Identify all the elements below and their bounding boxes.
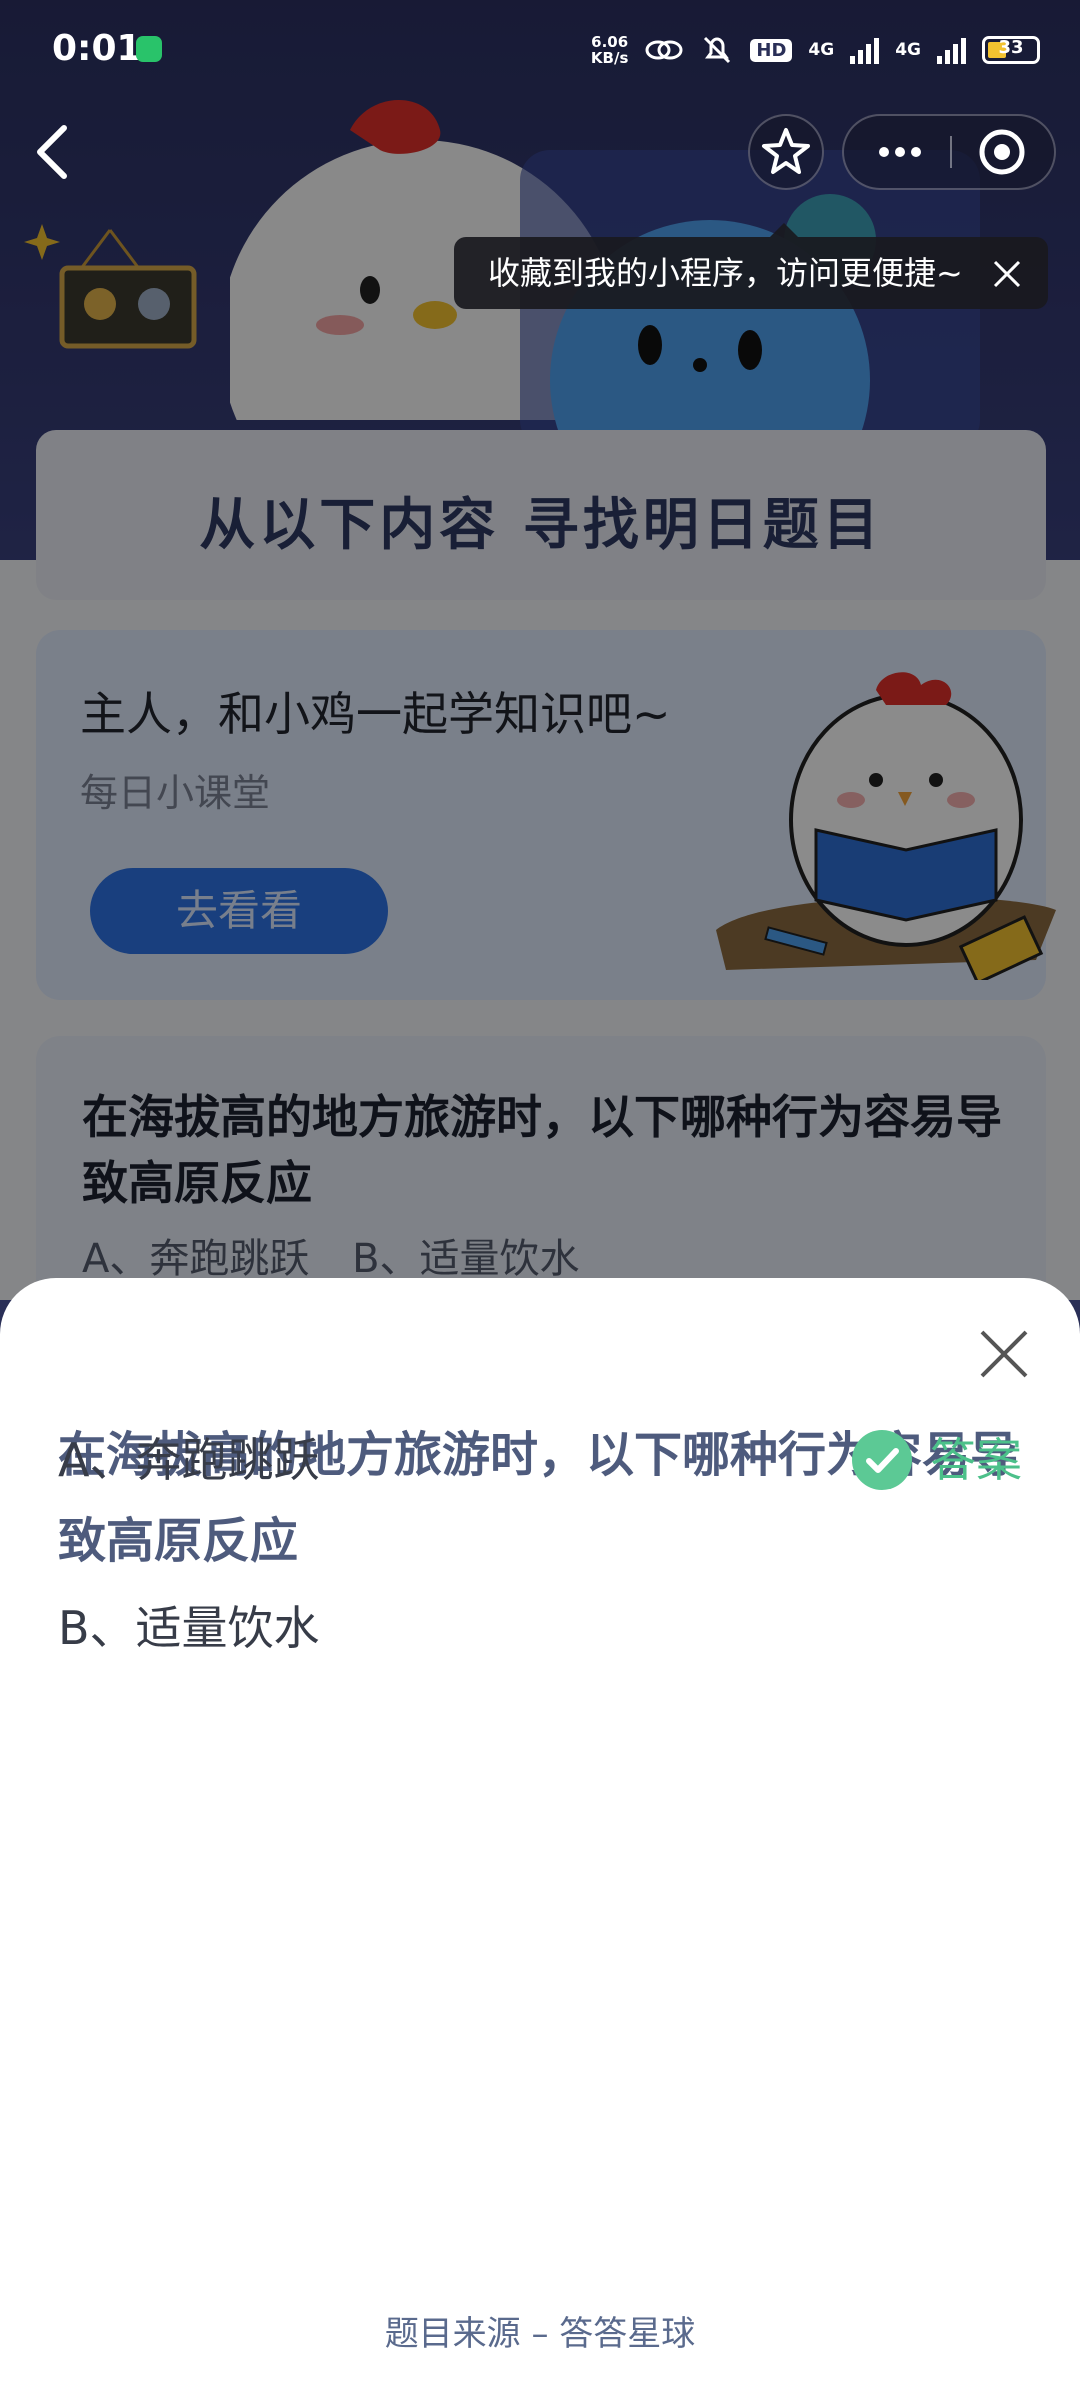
battery-level: 33: [998, 37, 1024, 58]
network-type-2: 4G: [895, 40, 921, 60]
close-miniprogram-icon[interactable]: [954, 116, 1054, 188]
check-icon: [852, 1430, 912, 1490]
network-type-1: 4G: [808, 40, 835, 60]
answer-label: 答案: [930, 1433, 1022, 1487]
more-menu-icon[interactable]: [848, 116, 948, 188]
back-arrow-icon[interactable]: [28, 120, 76, 184]
answer-indicator: 答案: [852, 1428, 1022, 1492]
net-speed-unit: KB/s: [590, 49, 629, 67]
capsule-divider: [950, 136, 952, 168]
option-b[interactable]: B、适量饮水: [58, 1588, 1022, 1668]
star-icon: [762, 128, 810, 174]
hd-badge: HD: [750, 38, 793, 62]
option-b-label: B、适量饮水: [58, 1601, 320, 1655]
battery-icon: 33: [982, 36, 1040, 64]
bell-muted-icon: [704, 36, 731, 64]
status-bar: 0:01 6.06 KB/s HD 4G 4G 33: [0, 0, 1080, 100]
mini-program-capsule: [842, 114, 1056, 190]
status-icons: 6.06 KB/s HD 4G 4G 33: [591, 28, 1040, 72]
net-speed-value: 6.06: [591, 33, 629, 51]
modal-overlay[interactable]: [0, 0, 1080, 1300]
option-a-label: A、奔跑跳跃: [58, 1433, 320, 1487]
signal-bars-1-icon: [850, 36, 880, 64]
signal-bars-2-icon: [937, 36, 966, 64]
status-time: 0:01: [52, 28, 142, 69]
question-source: 题目来源 – 答答星球: [384, 2314, 696, 2354]
link-icon: [645, 40, 683, 60]
tooltip-text: 收藏到我的小程序，访问更便捷~: [488, 254, 963, 292]
favorite-button[interactable]: [748, 114, 824, 190]
app-notification-icon: [136, 36, 162, 62]
add-to-favorites-tooltip: 收藏到我的小程序，访问更便捷~: [454, 223, 1048, 309]
tooltip-close-icon[interactable]: [992, 259, 1022, 289]
close-icon[interactable]: [978, 1328, 1030, 1380]
option-a[interactable]: A、奔跑跳跃 答案: [58, 1420, 1022, 1500]
net-speed: 6.06 KB/s: [591, 34, 628, 66]
